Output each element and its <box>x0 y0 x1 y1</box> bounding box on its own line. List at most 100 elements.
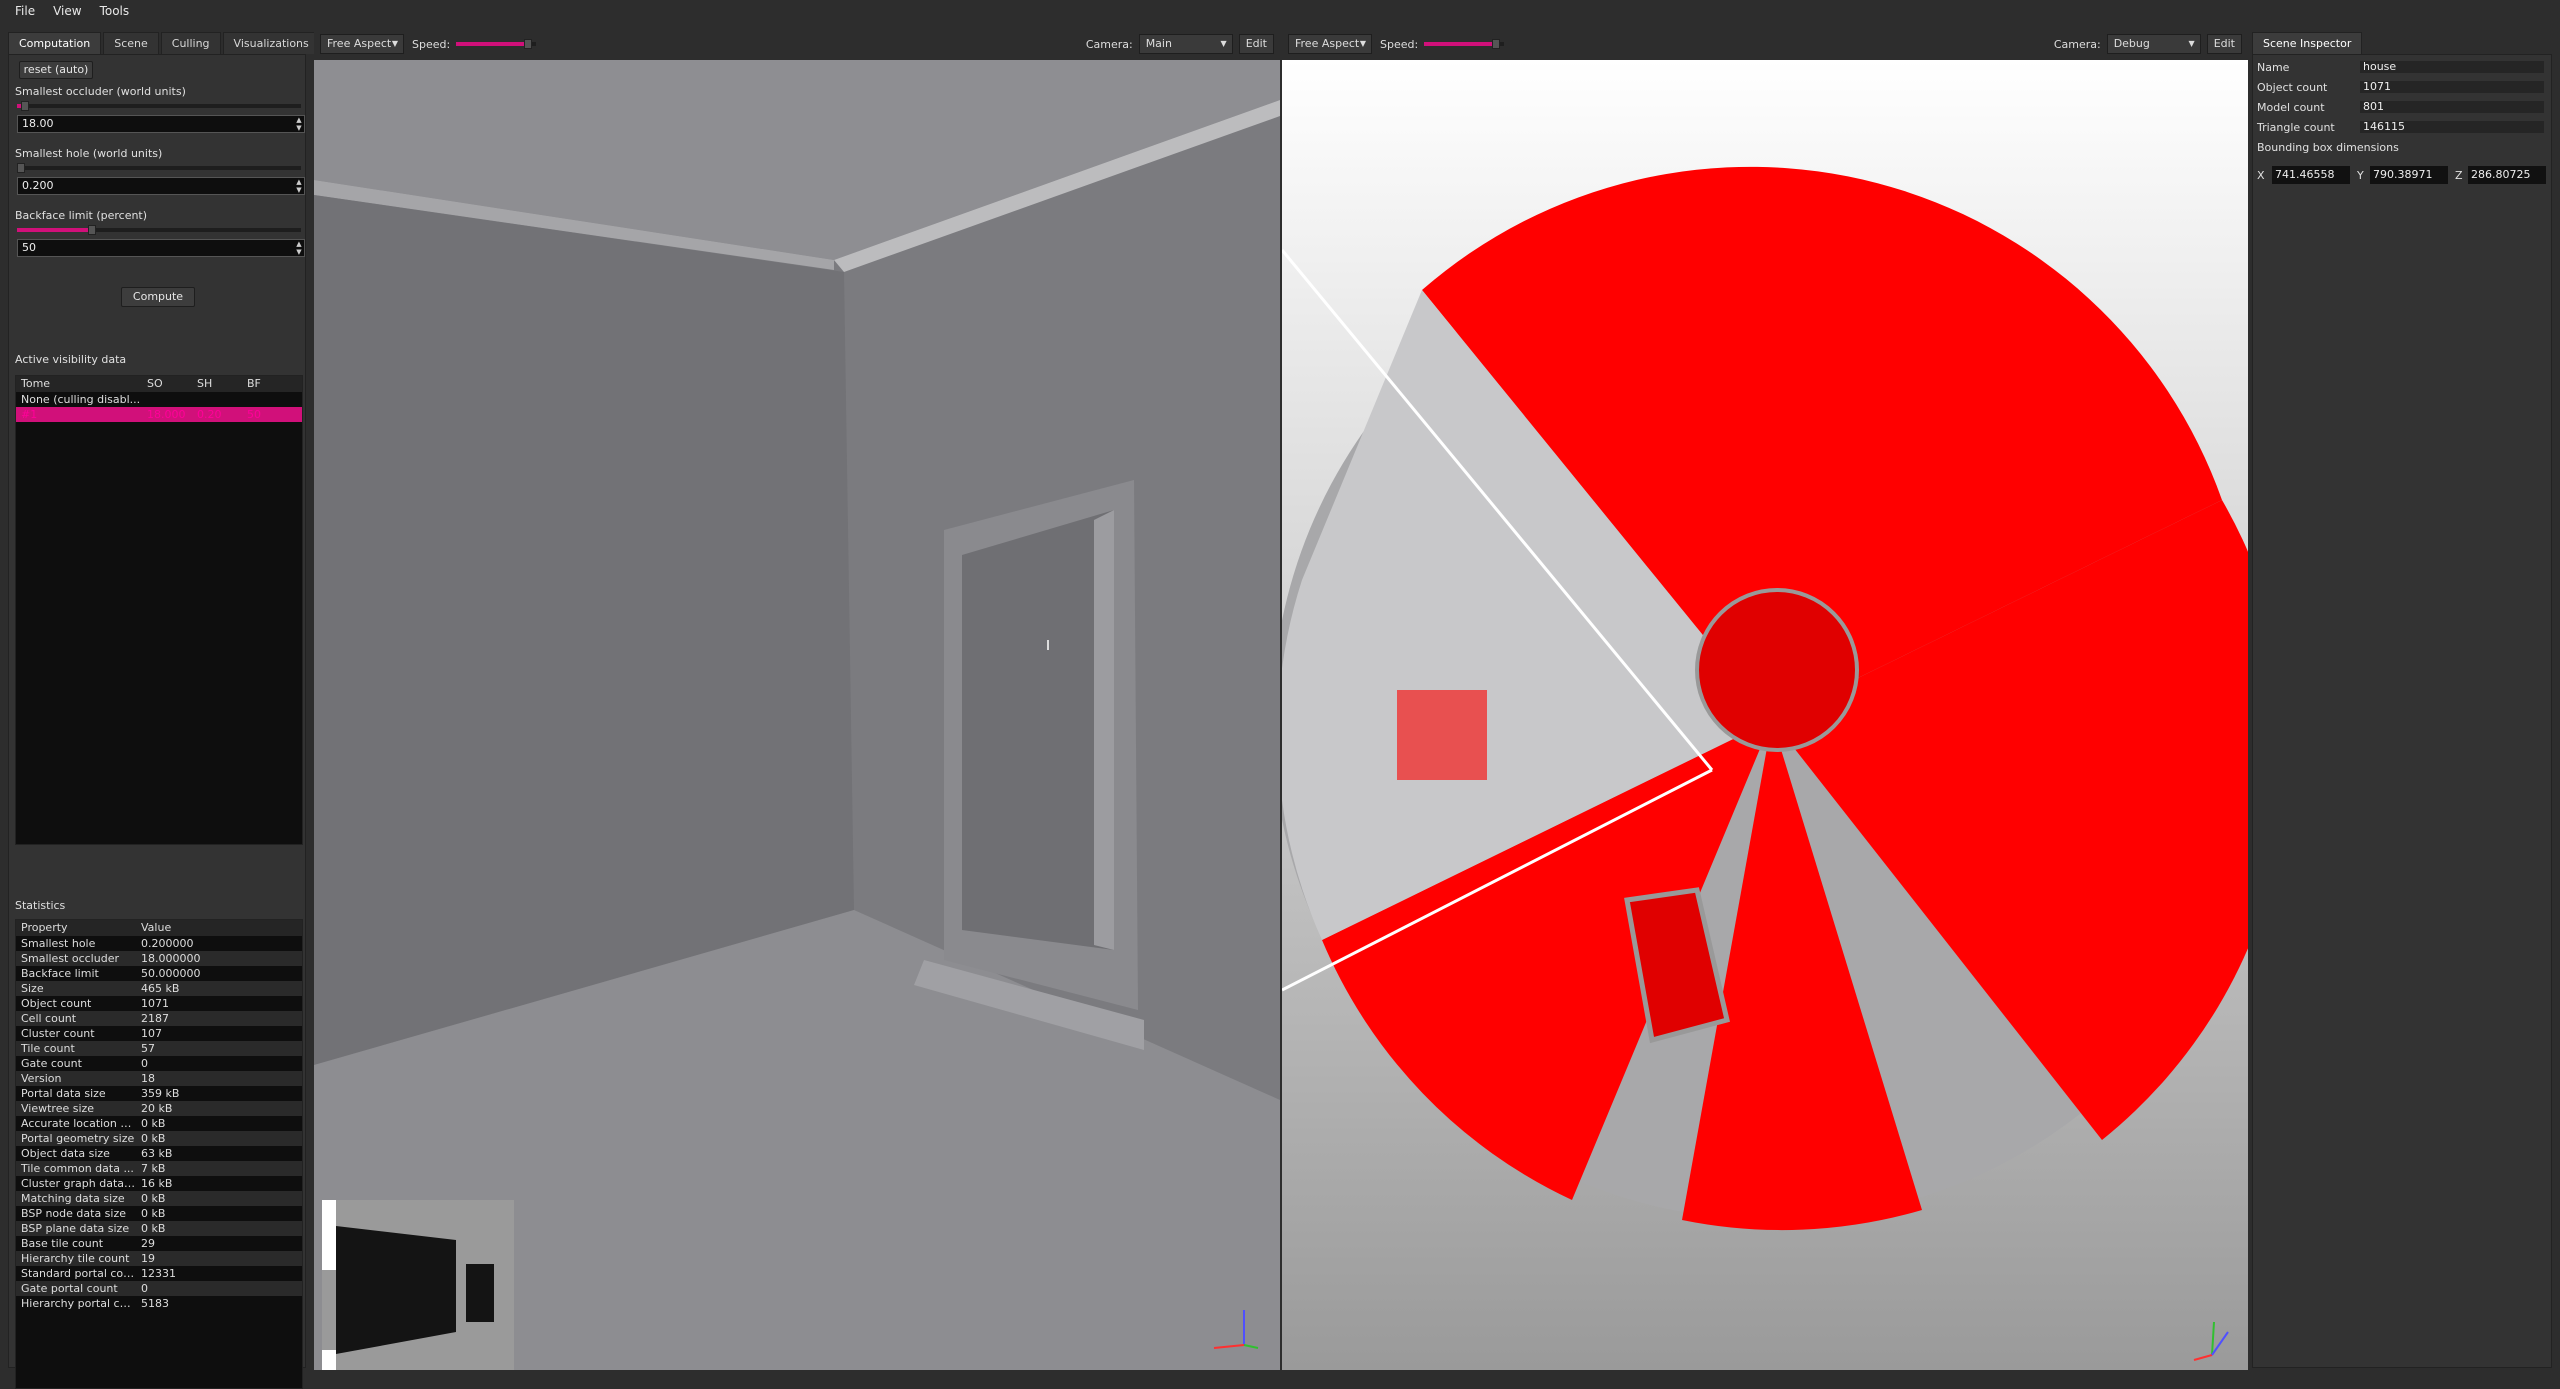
menu-tools[interactable]: Tools <box>91 0 139 22</box>
tab-culling[interactable]: Culling <box>160 32 221 54</box>
visibility-cell <box>142 392 192 407</box>
statistics-row[interactable]: Accurate location si... 0 kB <box>16 1116 302 1131</box>
main-speed-handle[interactable] <box>524 39 533 49</box>
debug-viewport: Free Aspect ▼ Speed: Camera: Debug ▼ Edit <box>1282 30 2248 1370</box>
main-speed-slider[interactable] <box>456 39 537 49</box>
debug-camera-dropdown[interactable]: Debug ▼ <box>2106 34 2201 54</box>
bbox-x-field[interactable]: 741.46558 <box>2271 165 2351 185</box>
name-field[interactable]: house <box>2359 60 2545 74</box>
col-so[interactable]: SO <box>142 376 192 392</box>
backface-limit-label: Backface limit (percent) <box>15 209 148 222</box>
statistics-cell: 107 <box>141 1027 162 1040</box>
spin-arrows-icon[interactable]: ▲ ▼ <box>294 116 304 132</box>
smallest-hole-slider-handle[interactable] <box>17 163 25 173</box>
spin-arrows-icon[interactable]: ▲ ▼ <box>294 240 304 256</box>
smallest-occluder-slider[interactable] <box>17 101 301 111</box>
statistics-cell: 18.000000 <box>141 952 201 965</box>
smallest-hole-slider[interactable] <box>17 163 301 173</box>
compute-button[interactable]: Compute <box>121 287 195 307</box>
statistics-cell: Accurate location si... <box>21 1117 136 1130</box>
tab-computation[interactable]: Computation <box>8 32 102 54</box>
debug-3d-view[interactable] <box>1282 60 2248 1370</box>
statistics-cell: 2187 <box>141 1012 169 1025</box>
debug-speed-label: Speed: <box>1380 37 1419 51</box>
statistics-row[interactable]: Tile count 57 <box>16 1041 302 1056</box>
tab-scene-inspector[interactable]: Scene Inspector <box>2252 32 2363 54</box>
main-camera-dropdown[interactable]: Main ▼ <box>1138 34 1233 54</box>
spin-arrows-icon[interactable]: ▲ ▼ <box>294 178 304 194</box>
statistics-row[interactable]: Cluster count 107 <box>16 1026 302 1041</box>
statistics-cell: Hierarchy tile count <box>21 1252 130 1265</box>
statistics-row[interactable]: Cell count 2187 <box>16 1011 302 1026</box>
statistics-row[interactable]: Version 18 <box>16 1071 302 1086</box>
statistics-cell: Backface limit <box>21 967 99 980</box>
reset-auto-button[interactable]: reset (auto) <box>19 61 93 79</box>
backface-limit-input[interactable]: 50 ▲ ▼ <box>17 239 305 257</box>
main-3d-view[interactable] <box>314 60 1280 1370</box>
main-aspect-dropdown[interactable]: Free Aspect ▼ <box>320 34 404 54</box>
statistics-cell: 0.200000 <box>141 937 194 950</box>
debug-edit-button[interactable]: Edit <box>2206 34 2242 54</box>
chevron-down-icon: ▼ <box>391 39 398 48</box>
statistics-cell: Tile count <box>21 1042 75 1055</box>
computation-body: reset (auto) Smallest occluder (world un… <box>8 54 306 1389</box>
smallest-hole-input[interactable]: 0.200 ▲ ▼ <box>17 177 305 195</box>
statistics-row[interactable]: Base tile count 29 <box>16 1236 302 1251</box>
smallest-occluder-slider-handle[interactable] <box>21 101 29 111</box>
statistics-cell: 57 <box>141 1042 155 1055</box>
menu-view[interactable]: View <box>44 0 90 22</box>
statistics-row[interactable]: BSP node data size 0 kB <box>16 1206 302 1221</box>
statistics-row[interactable]: Hierarchy portal co... 5183 <box>16 1296 302 1311</box>
statistics-cell: 5183 <box>141 1297 169 1310</box>
debug-speed-slider[interactable] <box>1424 39 1505 49</box>
debug-aspect-dropdown[interactable]: Free Aspect ▼ <box>1288 34 1372 54</box>
main-edit-button[interactable]: Edit <box>1238 34 1274 54</box>
tab-visualizations[interactable]: Visualizations <box>222 32 320 54</box>
statistics-cell: Standard portal cou... <box>21 1267 136 1280</box>
col-bf[interactable]: BF <box>242 376 292 392</box>
visibility-row[interactable]: #1 18.000 0.20 50 <box>16 407 302 422</box>
statistics-row[interactable]: Size 465 kB <box>16 981 302 996</box>
col-value[interactable]: Value <box>136 920 296 936</box>
name-label: Name <box>2257 61 2290 74</box>
statistics-cell: 1071 <box>141 997 169 1010</box>
statistics-row[interactable]: Hierarchy tile count 19 <box>16 1251 302 1266</box>
statistics-row[interactable]: Smallest occluder 18.000000 <box>16 951 302 966</box>
statistics-row[interactable]: Portal data size 359 kB <box>16 1086 302 1101</box>
triangle-count-field: 146115 <box>2359 120 2545 134</box>
inspector-body: Name house Object count 1071 Model count… <box>2252 54 2552 1368</box>
statistics-row[interactable]: Viewtree size 20 kB <box>16 1101 302 1116</box>
bbox-x-label: X <box>2257 169 2265 182</box>
main-viewport-toolbar: Free Aspect ▼ Speed: Camera: Main ▼ Edit <box>314 30 1280 58</box>
statistics-row[interactable]: Gate count 0 <box>16 1056 302 1071</box>
statistics-row[interactable]: Cluster graph data ... 16 kB <box>16 1176 302 1191</box>
col-tome[interactable]: Tome <box>16 376 142 392</box>
red-dome <box>1695 588 1859 752</box>
statistics-row[interactable]: Standard portal cou... 12331 <box>16 1266 302 1281</box>
bbox-z-field[interactable]: 286.80725 <box>2467 165 2547 185</box>
col-property[interactable]: Property <box>16 920 136 936</box>
col-sh[interactable]: SH <box>192 376 242 392</box>
tab-scene[interactable]: Scene <box>103 32 159 54</box>
statistics-cell: 0 kB <box>141 1117 166 1130</box>
statistics-row[interactable]: Portal geometry size 0 kB <box>16 1131 302 1146</box>
bbox-y-field[interactable]: 790.38971 <box>2369 165 2449 185</box>
debug-speed-handle[interactable] <box>1492 39 1501 49</box>
statistics-row[interactable]: Smallest hole 0.200000 <box>16 936 302 951</box>
statistics-row[interactable]: Object count 1071 <box>16 996 302 1011</box>
statistics-row[interactable]: BSP plane data size 0 kB <box>16 1221 302 1236</box>
backface-slider-handle[interactable] <box>88 225 96 235</box>
menu-file[interactable]: File <box>6 0 44 22</box>
smallest-occluder-input[interactable]: 18.00 ▲ ▼ <box>17 115 305 133</box>
backface-limit-slider[interactable] <box>17 225 301 235</box>
statistics-row[interactable]: Object data size 63 kB <box>16 1146 302 1161</box>
statistics-row[interactable]: Backface limit 50.000000 <box>16 966 302 981</box>
statistics-row[interactable]: Gate portal count 0 <box>16 1281 302 1296</box>
statistics-table-header: Property Value <box>16 920 302 936</box>
visibility-row[interactable]: None (culling disabl... <box>16 392 302 407</box>
statistics-row[interactable]: Matching data size 0 kB <box>16 1191 302 1206</box>
statistics-row[interactable]: Tile common data ... 7 kB <box>16 1161 302 1176</box>
statistics-cell: 7 kB <box>141 1162 166 1175</box>
statistics-cell: Hierarchy portal co... <box>21 1297 136 1310</box>
statistics-cell: Version <box>21 1072 62 1085</box>
